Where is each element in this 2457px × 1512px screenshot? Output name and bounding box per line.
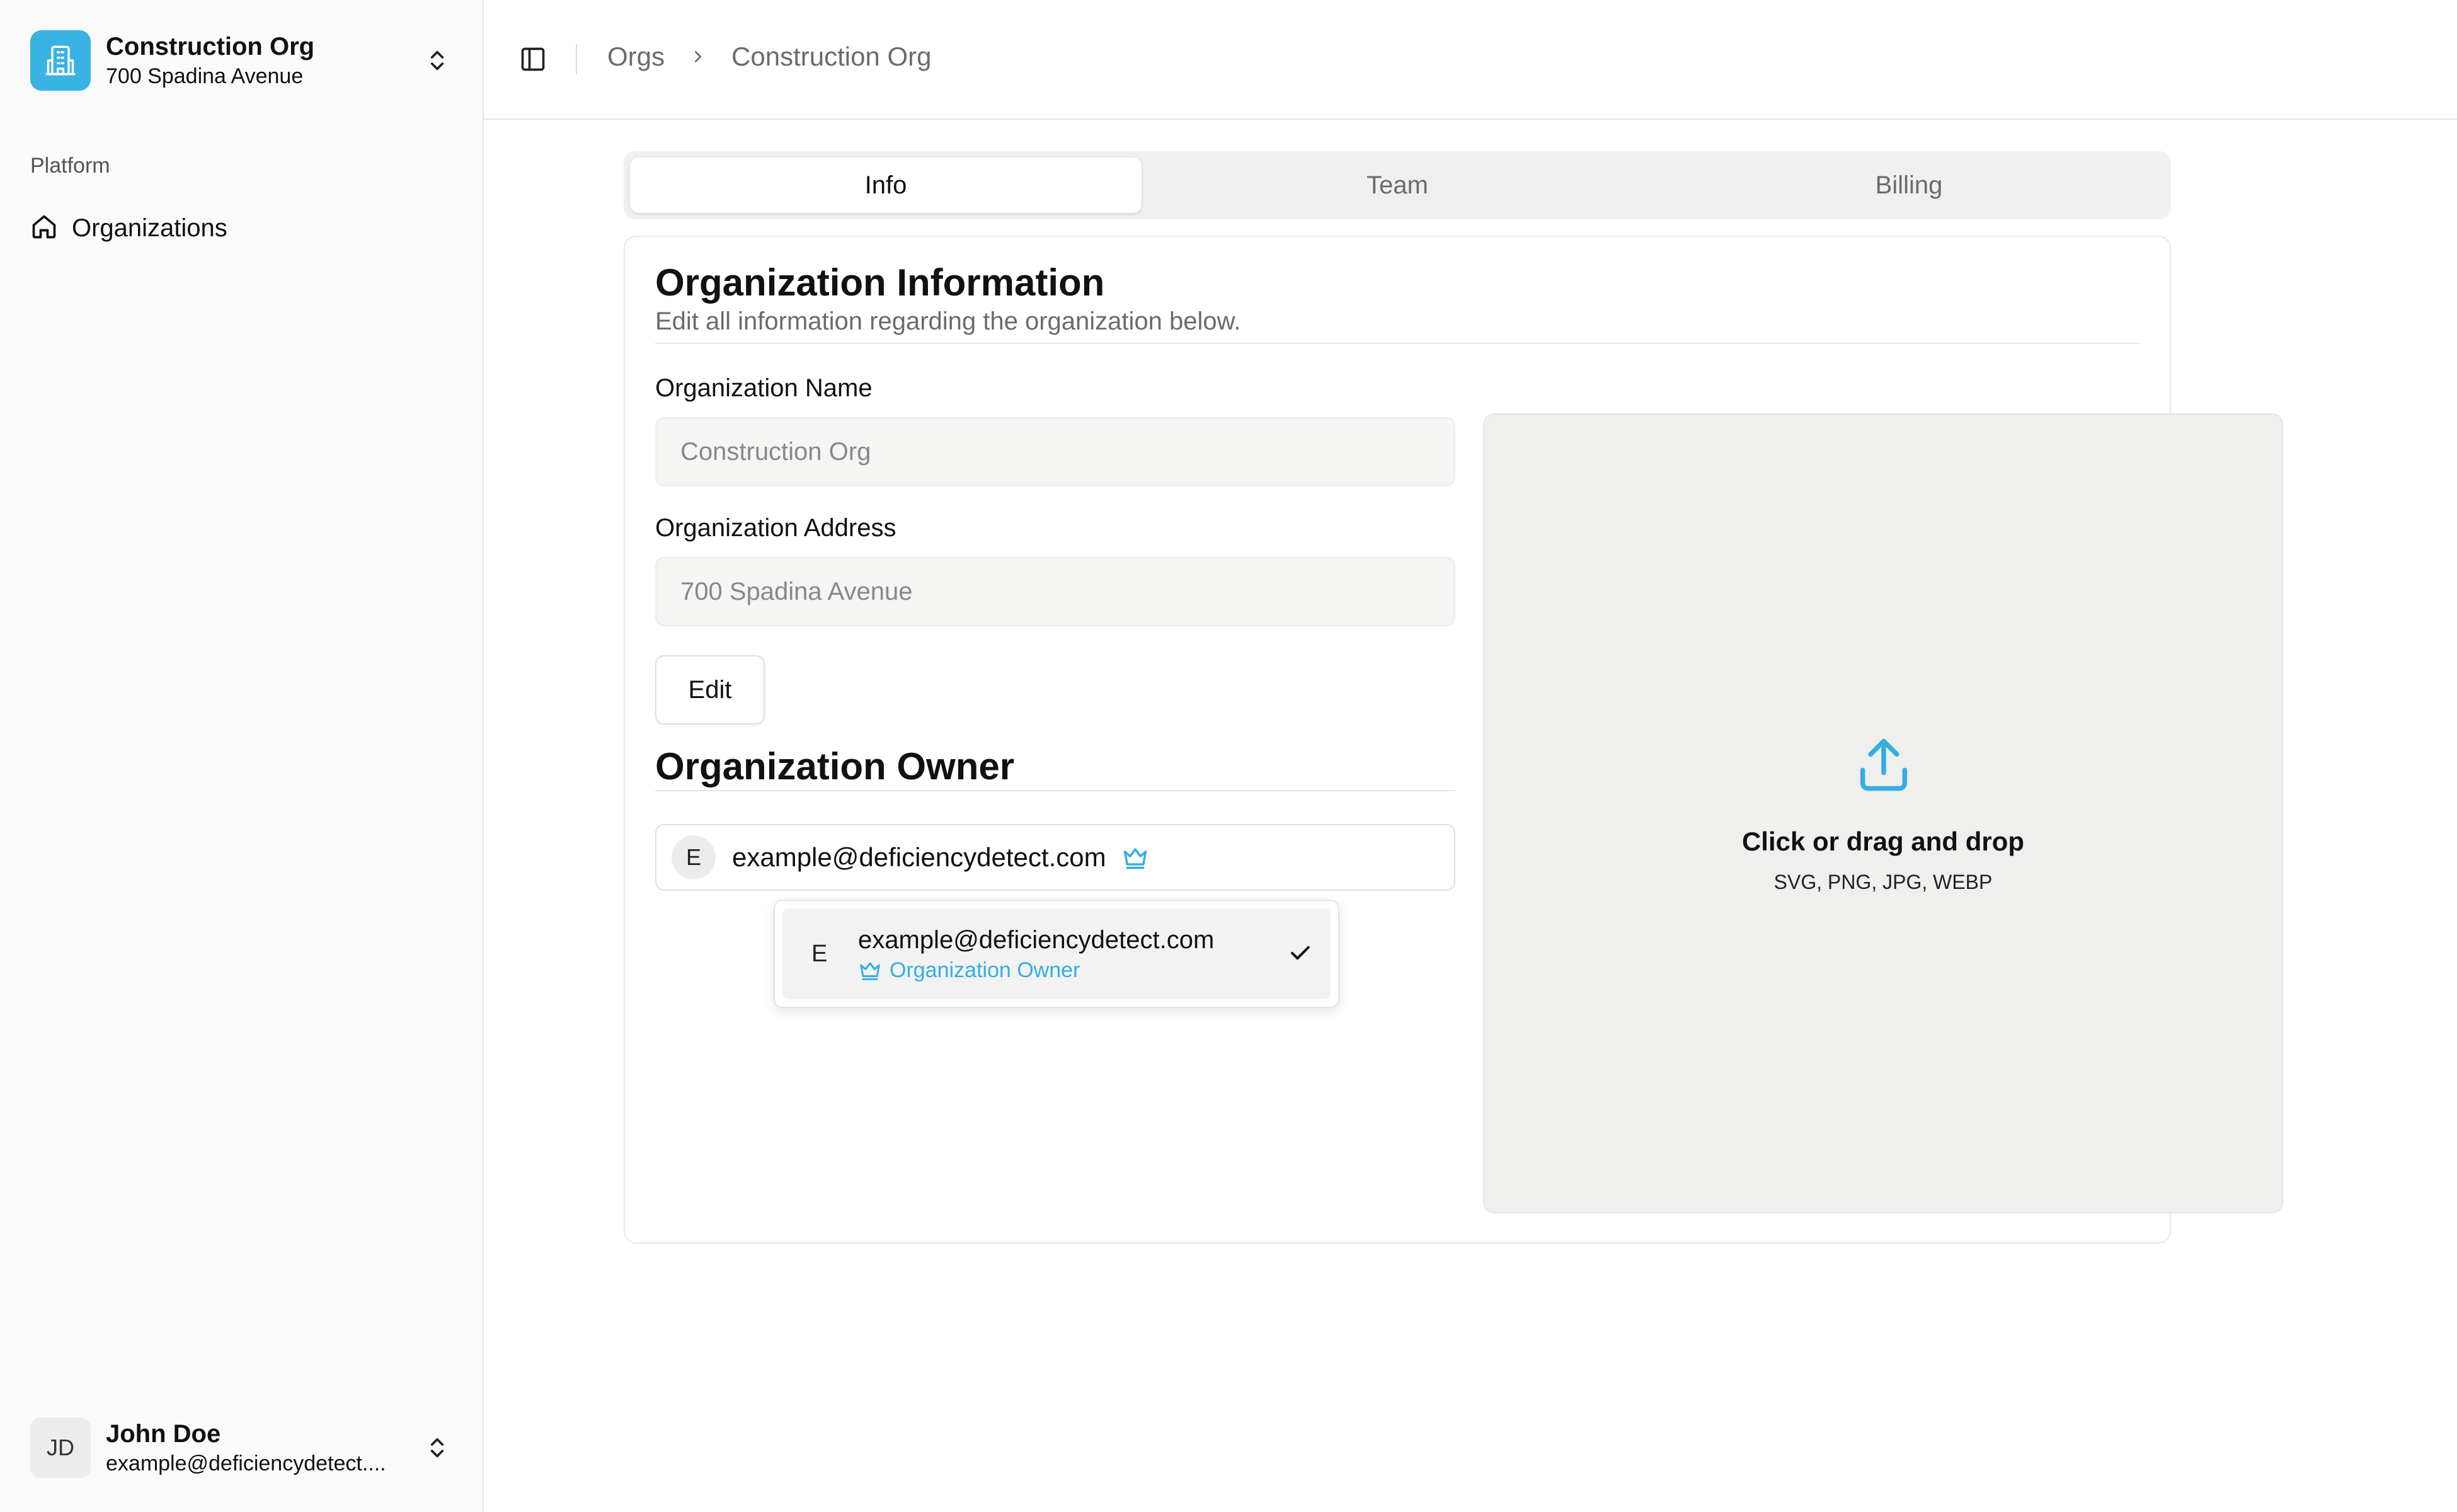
owner-avatar: E: [672, 835, 716, 879]
crown-icon: [860, 962, 880, 980]
org-address: 700 Spadina Avenue: [106, 64, 304, 88]
home-icon: [30, 213, 58, 244]
nav-group-label: Platform: [30, 154, 110, 178]
owner-dropdown: E example@deficiencydetect.com Organizat…: [774, 900, 1339, 1008]
org-name-input[interactable]: Construction Org: [655, 417, 1455, 486]
option-email: example@deficiencydetect.com: [858, 926, 1215, 954]
org-name: Construction Org: [106, 33, 315, 60]
sidebar-toggle-icon[interactable]: [517, 43, 549, 76]
org-address-input[interactable]: 700 Spadina Avenue: [655, 557, 1455, 626]
breadcrumb-orgs[interactable]: Orgs: [607, 42, 665, 72]
avatar: JD: [30, 1418, 91, 1478]
org-address-label: Organization Address: [655, 514, 896, 542]
option-text: example@deficiencydetect.com Organizatio…: [858, 924, 1214, 984]
user-switcher[interactable]: JD John Doe example@deficiencydetect....: [30, 1414, 454, 1482]
card-divider: [655, 343, 2139, 344]
check-icon: [1286, 939, 1314, 970]
sidebar-item-label: Organizations: [72, 214, 227, 242]
tabs: Info Team Billing: [624, 151, 2171, 219]
owner-email: example@deficiencydetect.com: [732, 842, 1106, 872]
tab-info[interactable]: Info: [630, 158, 1142, 213]
logo-upload-dropzone[interactable]: Click or drag and drop SVG, PNG, JPG, WE…: [1483, 413, 2283, 1213]
card-subtitle: Edit all information regarding the organ…: [655, 307, 1241, 335]
option-role-label: Organization Owner: [890, 958, 1080, 982]
owner-select[interactable]: E example@deficiencydetect.com: [655, 824, 1455, 891]
option-role: Organization Owner: [858, 956, 1214, 984]
upload-title: Click or drag and drop: [1741, 827, 2025, 856]
org-info-card: Organization Information Edit all inform…: [624, 236, 2283, 1244]
building-icon: [30, 30, 91, 91]
card-title: Organization Information: [655, 261, 1105, 304]
topbar: Orgs Construction Org: [484, 0, 2457, 120]
main-content: Orgs Construction Org Info Team Billing …: [484, 0, 2457, 1512]
upload-icon: [1852, 733, 1915, 799]
user-text: John Doe example@deficiencydetect....: [106, 1418, 421, 1477]
chevrons-up-down-icon[interactable]: [421, 1431, 454, 1464]
owner-option[interactable]: E example@deficiencydetect.com Organizat…: [782, 908, 1331, 999]
org-name-label: Organization Name: [655, 374, 873, 402]
chevrons-up-down-icon[interactable]: [421, 44, 454, 77]
sidebar-item-organizations[interactable]: Organizations: [25, 204, 459, 252]
upload-formats: SVG, PNG, JPG, WEBP: [1773, 871, 1993, 893]
tab-billing[interactable]: Billing: [1653, 158, 2165, 213]
crown-icon: [1121, 844, 1149, 871]
option-initial: E: [811, 940, 828, 967]
user-email: example@deficiencydetect....: [106, 1452, 386, 1475]
org-switcher[interactable]: Construction Org 700 Spadina Avenue: [30, 25, 454, 96]
topbar-divider: [576, 44, 577, 74]
edit-button[interactable]: Edit: [655, 655, 765, 724]
chevron-right-icon: [689, 47, 707, 66]
owner-divider: [655, 790, 1455, 791]
breadcrumb-current: Construction Org: [731, 42, 932, 71]
app-root: Construction Org 700 Spadina Avenue Plat…: [0, 0, 2457, 1512]
sidebar: Construction Org 700 Spadina Avenue Plat…: [0, 0, 484, 1512]
org-text: Construction Org 700 Spadina Avenue: [106, 31, 421, 90]
breadcrumb: Orgs Construction Org: [607, 42, 931, 72]
user-name: John Doe: [106, 1420, 221, 1448]
tab-team[interactable]: Team: [1142, 158, 1653, 213]
owner-title: Organization Owner: [655, 745, 1015, 788]
